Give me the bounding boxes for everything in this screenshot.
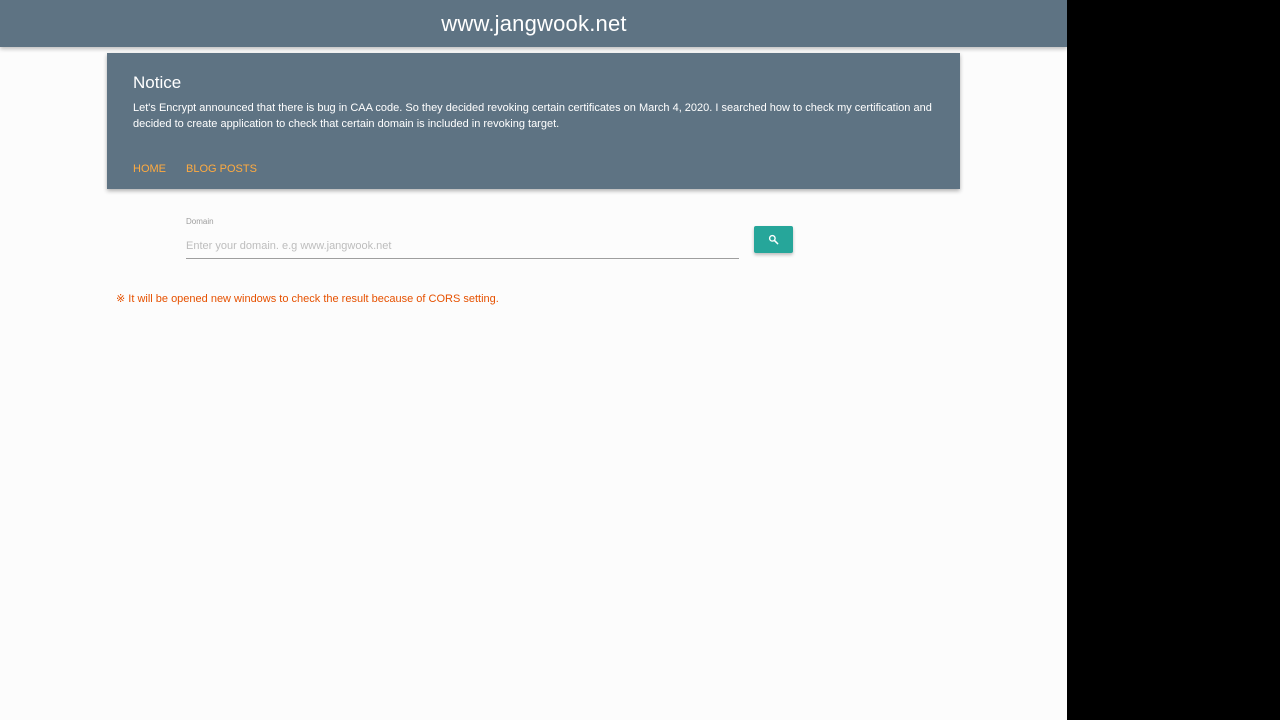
domain-input[interactable] [186, 233, 739, 259]
search-icon [768, 234, 779, 245]
card-nav: HOME BLOG POSTS [133, 163, 257, 175]
nav-link-home[interactable]: HOME [133, 163, 166, 175]
domain-field-label: Domain [186, 217, 214, 226]
search-button[interactable] [754, 226, 793, 253]
cors-notice-text: ※ It will be opened new windows to check… [116, 293, 499, 305]
top-header-bar: www.jangwook.net [0, 0, 1067, 47]
site-title[interactable]: www.jangwook.net [440, 11, 626, 37]
nav-link-blog-posts[interactable]: BLOG POSTS [186, 163, 257, 175]
notice-body: Let's Encrypt announced that there is bu… [133, 102, 932, 130]
notice-card: Notice Let's Encrypt announced that ther… [107, 53, 960, 189]
notice-title: Notice [133, 73, 182, 92]
black-side-area [1067, 0, 1280, 720]
domain-search-form: Domain [186, 217, 794, 262]
browser-viewport: www.jangwook.net Notice Let's Encrypt an… [0, 0, 1067, 720]
